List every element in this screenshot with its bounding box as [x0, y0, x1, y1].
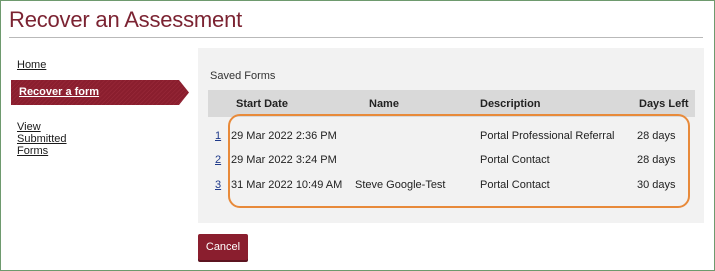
column-header-start-date: Start Date	[236, 98, 288, 110]
row-days-left: 28 days	[637, 154, 676, 166]
row-start-date: 29 Mar 2022 3:24 PM	[231, 154, 337, 166]
row-name: Steve Google-Test	[355, 179, 446, 191]
row-start-date: 29 Mar 2022 2:36 PM	[231, 130, 337, 142]
sidebar-item-recover-a-form[interactable]: Recover a form	[11, 80, 189, 105]
column-header-days-left: Days Left	[639, 98, 689, 110]
column-header-name: Name	[369, 98, 399, 110]
cancel-button[interactable]: Cancel	[198, 234, 248, 260]
row-index-link[interactable]: 2	[215, 154, 221, 166]
saved-forms-panel: Saved Forms Start Date Name Description …	[198, 48, 704, 223]
row-index-link[interactable]: 1	[215, 130, 221, 142]
row-description: Portal Contact	[480, 179, 550, 191]
column-header-description: Description	[480, 98, 541, 110]
row-start-date: 31 Mar 2022 10:49 AM	[231, 179, 343, 191]
row-description: Portal Contact	[480, 154, 550, 166]
sidebar-item-home[interactable]: Home	[17, 59, 46, 71]
row-days-left: 30 days	[637, 179, 676, 191]
row-index-link[interactable]: 3	[215, 179, 221, 191]
title-divider	[9, 37, 703, 38]
panel-heading: Saved Forms	[210, 70, 276, 82]
row-description: Portal Professional Referral	[480, 130, 615, 142]
sidebar-item-view-submitted-forms[interactable]: View Submitted Forms	[17, 121, 67, 157]
row-days-left: 28 days	[637, 130, 676, 142]
table-header-row: Start Date Name Description Days Left	[208, 90, 695, 117]
sidebar-item-label: Recover a form	[19, 86, 100, 98]
page-title: Recover an Assessment	[9, 7, 243, 32]
